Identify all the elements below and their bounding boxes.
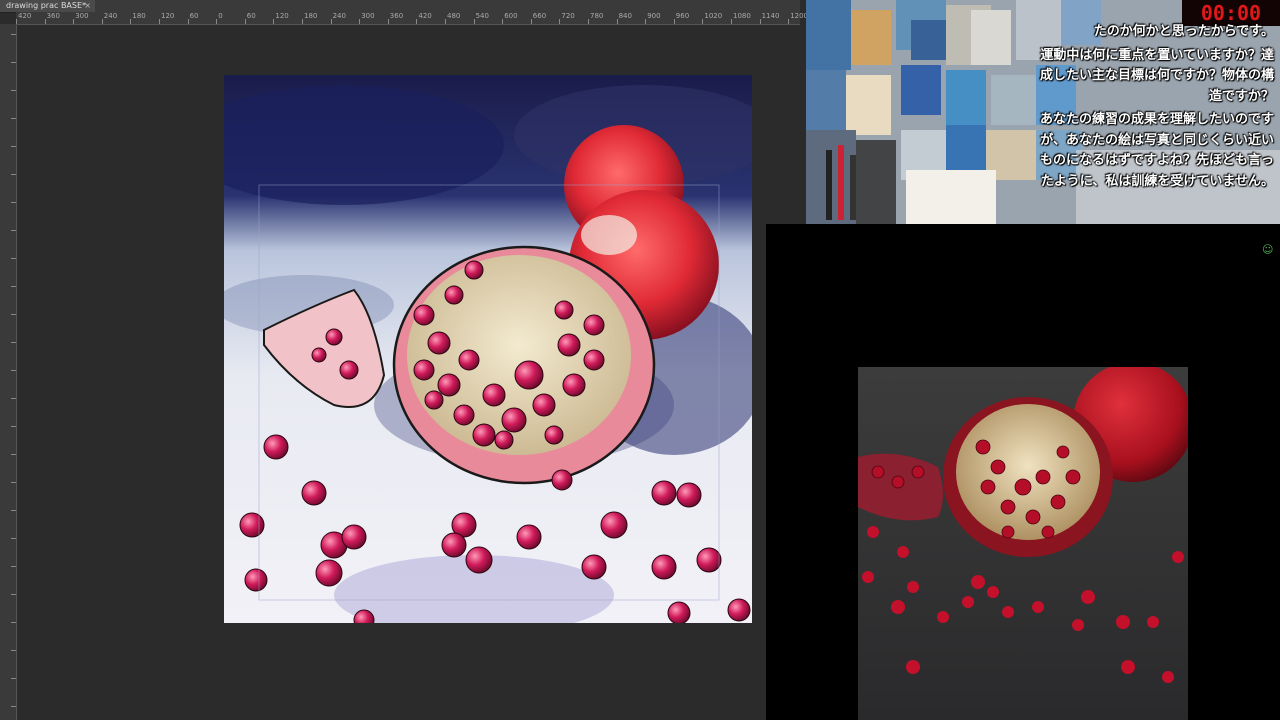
ruler-mark [387,19,389,24]
ruler-mark [11,286,16,287]
ruler-mark [73,19,75,24]
ruler-mark [216,19,218,24]
ruler-mark [11,174,16,175]
ruler-label: 780 [590,12,604,20]
ruler-label: 660 [532,12,547,20]
ruler-mark [130,19,132,24]
ruler-mark [416,19,418,24]
ruler-mark [11,482,16,483]
ruler-label: 120 [161,12,175,20]
ruler-label: 120 [275,12,289,20]
ruler-mark [11,314,16,315]
ruler-label: 60 [189,12,199,20]
ruler-label: 900 [647,12,661,20]
ruler-mark [473,19,475,24]
ruler-label: 540 [475,12,489,20]
ruler-label: 300 [75,12,89,20]
ruler-label: 960 [675,12,690,20]
ruler-label: 480 [447,12,461,20]
ruler-mark [11,426,16,427]
ruler-label: 720 [561,12,575,20]
ruler-mark [11,454,16,455]
ruler-mark [645,19,647,24]
document-tab[interactable]: drawing prac BASE* × [0,0,95,12]
ruler-mark [11,650,16,651]
ruler-mark [11,370,16,371]
ruler-mark [788,19,790,24]
ruler-mark [11,594,16,595]
ruler-mark [273,19,275,24]
smiley-icon: ☺ [1262,243,1274,256]
ruler-label: 180 [132,12,146,20]
ruler-mark [44,19,46,24]
ruler-label: 240 [103,12,118,20]
ruler-label: 420 [418,12,432,20]
ruler-mark [502,19,504,24]
painting-canvas[interactable] [224,75,752,623]
ruler-mark [11,230,16,231]
reference-panel: ☺ [766,224,1280,720]
ruler-label: 300 [361,12,375,20]
ruler-mark [11,146,16,147]
subtitles: たのか何かと思ったからです。 運動中は何に重点を置いていますか？達成したい主な目… [1034,22,1274,195]
ruler-label: 1140 [761,12,780,20]
ruler-mark [702,19,704,24]
watercolor-painting [224,75,752,623]
close-icon[interactable]: × [84,0,91,12]
ruler-mark [11,398,16,399]
ruler-mark [11,566,16,567]
ruler-mark [244,19,246,24]
horizontal-ruler: 420 360 300 240 180 120 60 0 60 120 180 240 300 360 42… [16,12,808,25]
document-tab-title: drawing prac BASE* [6,1,87,10]
ruler-mark [588,19,589,24]
ruler-mark [11,258,16,259]
ruler-label: 60 [246,12,256,20]
ruler-mark [11,706,16,707]
subtitle-line: 運動中は何に重点を置いていますか？達成したい主な目標は何ですか？物体の構造ですか… [1039,47,1274,104]
ruler-mark [11,342,16,343]
ruler-mark [302,19,303,24]
ruler-label: 180 [304,12,318,20]
subtitle-line: たのか何かと思ったからです。 [1093,24,1274,39]
ruler-label: 360 [389,12,404,20]
ruler-label: 1080 [733,12,751,20]
ruler-mark [11,202,16,203]
ruler-mark [11,678,16,679]
ruler-mark [11,118,16,119]
ruler-mark [159,19,160,24]
ruler-label: 420 [18,12,32,20]
ruler-mark [330,19,332,24]
ruler-mark [11,538,16,539]
ruler-mark [559,19,561,24]
ruler-mark [530,19,532,24]
ruler-mark [359,19,361,24]
pomegranate-photo [858,367,1188,720]
ruler-mark [731,19,732,24]
ruler-mark [11,510,16,511]
ruler-label: 360 [46,12,60,20]
subtitle-line: あなたの練習の成果を理解したいのですが、あなたの絵は写真と同じくらい近いものにな… [1039,112,1274,189]
ruler-mark [759,19,761,24]
ruler-mark [616,19,618,24]
ruler-label: 600 [504,12,518,20]
ruler-mark [673,19,675,24]
webcam-overlay: 00:00 たのか何かと思ったからです。 運動中は何に重点を置いていますか？達成… [806,0,1280,224]
ruler-mark [187,19,189,24]
ruler-label: 0 [218,12,223,20]
ruler-label: 1020 [704,12,723,20]
ruler-label: 840 [618,12,632,20]
vertical-ruler [0,24,17,720]
ruler-mark [11,622,16,623]
ruler-mark [11,90,16,91]
ruler-label: 240 [332,12,346,20]
reference-photo [858,367,1188,720]
ruler-mark [101,19,103,24]
ruler-mark [11,34,16,35]
ruler-mark [11,62,16,63]
ruler-mark [445,19,446,24]
